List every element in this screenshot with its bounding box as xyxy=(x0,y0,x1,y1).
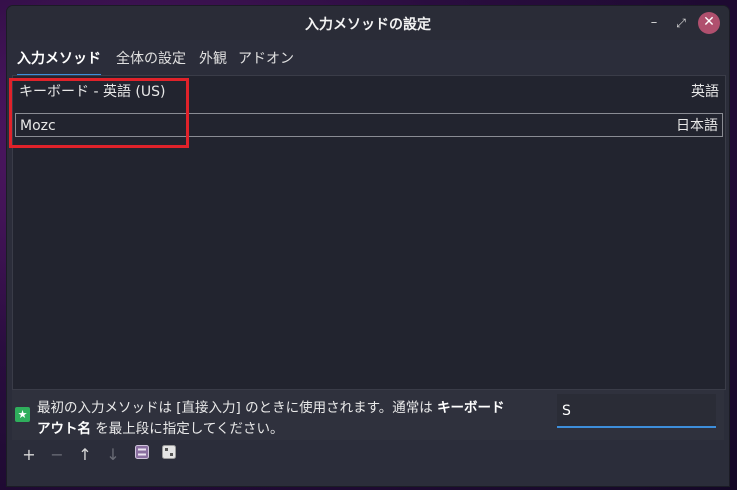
list-item[interactable]: キーボード - 英語 (US) 英語 xyxy=(15,80,723,104)
star-icon: ★ xyxy=(15,407,30,422)
info-bold-1: キーボード xyxy=(437,400,505,416)
input-method-list: キーボード - 英語 (US) 英語 Mozc 日本語 xyxy=(12,75,726,390)
keyboard-layout-icon[interactable] xyxy=(159,444,179,466)
info-text-1: 最初の入力メソッドは [直接入力] のときに使用されます。通常は xyxy=(37,400,438,416)
tab-appearance[interactable]: 外観 xyxy=(199,48,227,74)
title-bar: 入力メソッドの設定 – ⤢ ✕ xyxy=(7,6,729,40)
maximize-icon[interactable]: ⤢ xyxy=(670,12,692,34)
minus-icon[interactable]: − xyxy=(47,444,67,466)
arrow-up-icon[interactable]: ↑ xyxy=(75,444,95,466)
info-message: 最初の入力メソッドは [直接入力] のときに使用されます。通常は キーボード ア… xyxy=(37,398,557,440)
input-method-settings-window: 入力メソッドの設定 – ⤢ ✕ 入力メソッド 全体の設定 外観 アドオン キーボ… xyxy=(7,6,729,486)
list-item-selected[interactable]: Mozc 日本語 xyxy=(15,113,723,137)
window-title: 入力メソッドの設定 xyxy=(305,17,431,33)
info-bold-2: アウト名 xyxy=(37,421,91,437)
tab-addons[interactable]: アドオン xyxy=(238,48,294,74)
arrow-down-icon[interactable]: ↓ xyxy=(103,444,123,466)
input-method-language: 英語 xyxy=(691,84,719,100)
info-text-2: を最上段に指定してください。 xyxy=(91,421,284,437)
plus-icon[interactable]: + xyxy=(19,444,39,466)
minimize-icon[interactable]: – xyxy=(643,12,665,34)
input-method-name: キーボード - 英語 (US) xyxy=(19,84,166,100)
configure-icon[interactable] xyxy=(132,444,152,466)
info-bar: ★ 最初の入力メソッドは [直接入力] のときに使用されます。通常は キーボード… xyxy=(12,390,724,440)
search-input[interactable] xyxy=(562,403,712,419)
input-method-language: 日本語 xyxy=(676,118,718,134)
close-icon[interactable]: ✕ xyxy=(698,12,720,34)
input-method-name: Mozc xyxy=(20,118,56,134)
tab-global-settings[interactable]: 全体の設定 xyxy=(116,48,186,74)
tab-input-method[interactable]: 入力メソッド xyxy=(17,48,101,76)
search-field[interactable] xyxy=(557,394,716,428)
